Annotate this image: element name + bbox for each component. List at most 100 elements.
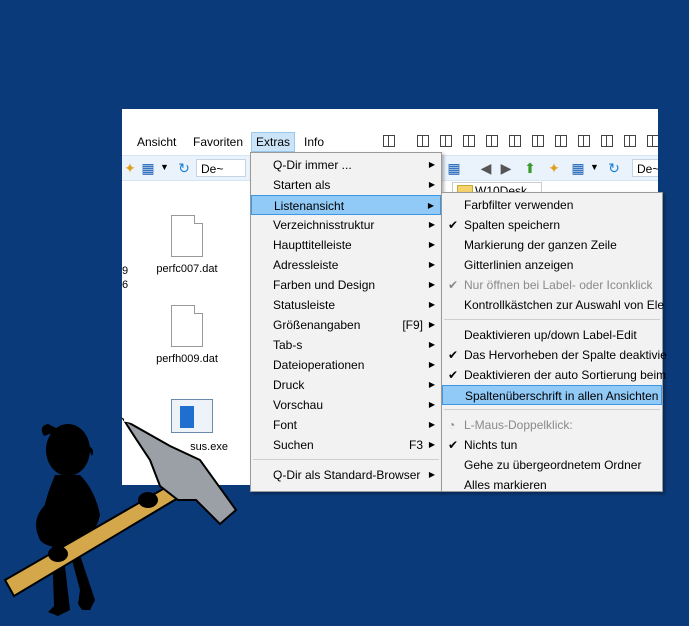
layout-10-icon[interactable] — [601, 135, 613, 147]
listenansicht-menu-item[interactable]: Gehe zu übergeordnetem Ordner — [442, 455, 662, 475]
listenansicht-menu-item[interactable]: Farbfilter verwenden — [442, 195, 662, 215]
submenu-arrow-icon: ▶ — [428, 400, 435, 409]
menu-separator — [444, 319, 660, 320]
view-icon[interactable]: ▦ — [446, 160, 462, 176]
extras-menu-item[interactable]: Q-Dir als Standard-Browser ▶ — [251, 465, 441, 485]
layout-6-icon[interactable] — [509, 135, 521, 147]
extras-menu-item[interactable]: Listenansicht ▶ — [251, 195, 441, 215]
menu-item-label: Druck — [273, 378, 305, 392]
layout-3-icon[interactable] — [440, 135, 452, 147]
forward-icon[interactable]: ▶ — [498, 160, 514, 176]
listenansicht-menu-item[interactable]: ✔ Das Hervorheben der Spalte deaktivie — [442, 345, 667, 365]
menu-item-label: Verzeichnisstruktur — [273, 218, 375, 232]
extras-menu-item[interactable]: Verzeichnisstruktur ▶ — [251, 215, 441, 235]
menu-item-label: Starten als — [273, 178, 331, 192]
extras-menu-item[interactable]: Größenangaben [F9] ▶ — [251, 315, 441, 335]
menu-item-label: Spalten speichern — [464, 218, 561, 232]
file-item[interactable]: perfc007.dat — [152, 215, 222, 275]
menu-item-label: Deaktivieren up/down Label-Edit — [464, 328, 637, 342]
menu-item-label: Listenansicht — [274, 199, 345, 213]
left-path-field[interactable]: De~ — [196, 159, 246, 177]
listenansicht-menu-item[interactable]: Markierung der ganzen Zeile — [442, 235, 662, 255]
menu-extras[interactable]: Extras — [251, 132, 296, 152]
listenansicht-menu-item[interactable]: ✔ Nichts tun — [442, 435, 662, 455]
listenansicht-menu-item[interactable]: Gitterlinien anzeigen — [442, 255, 662, 275]
listenansicht-menu-item[interactable]: ✔ Deaktivieren der auto Sortierung beim — [442, 365, 666, 385]
layout-1-icon[interactable] — [383, 135, 395, 147]
extras-menu-item[interactable]: Druck ▶ — [251, 375, 441, 395]
layout-12-icon[interactable] — [647, 135, 658, 147]
extras-menu-item[interactable]: Vorschau ▶ — [251, 395, 441, 415]
menu-item-label: L-Maus-Doppelklick: — [464, 418, 573, 432]
back-icon[interactable]: ◀ — [478, 160, 494, 176]
submenu-arrow-icon: ▶ — [428, 360, 435, 369]
menu-info[interactable]: Info — [300, 133, 328, 151]
submenu-arrow-icon: ▶ — [428, 440, 435, 449]
menu-item-label: Kontrollkästchen zur Auswahl von Ele — [464, 298, 665, 312]
submenu-arrow-icon: ▶ — [428, 280, 435, 289]
menu-item-label: Gehe zu übergeordnetem Ordner — [464, 458, 642, 472]
extras-menu-item[interactable]: Adressleiste ▶ — [251, 255, 441, 275]
refresh-icon[interactable]: ↻ — [606, 160, 622, 176]
favorites-icon[interactable]: ✦ — [546, 160, 562, 176]
extras-menu-item[interactable]: Suchen F3 ▶ — [251, 435, 441, 455]
menu-separator — [253, 459, 439, 460]
checkmark-icon: ✔ — [448, 348, 459, 362]
layout-11-icon[interactable] — [624, 135, 636, 147]
listenansicht-menu-item[interactable]: Kontrollkästchen zur Auswahl von Ele — [442, 295, 665, 315]
extras-menu-item[interactable]: Statusleiste ▶ — [251, 295, 441, 315]
hammer-man-illustration — [3, 417, 238, 616]
menu-item-label: Suchen — [273, 438, 314, 452]
view-dropdown-icon[interactable]: ▼ — [590, 162, 599, 172]
extras-menu-item[interactable]: Starten als ▶ — [251, 175, 441, 195]
menu-item-label: Alles markieren — [464, 478, 547, 492]
listenansicht-menu-item: ✔ Nur öffnen bei Label- oder Iconklick — [442, 275, 662, 295]
menu-item-label: Farbfilter verwenden — [464, 198, 574, 212]
checkmark-icon: ✔ — [448, 438, 459, 452]
submenu-arrow-icon: ▶ — [428, 300, 435, 309]
menu-item-label: Q-Dir immer ... — [273, 158, 352, 172]
listenansicht-menu-item[interactable]: Deaktivieren up/down Label-Edit — [442, 325, 662, 345]
file-item[interactable]: perfh009.dat — [152, 305, 222, 365]
submenu-arrow-icon: ▶ — [428, 180, 435, 189]
extras-menu-item[interactable]: Q-Dir immer ... ▶ — [251, 155, 441, 175]
document-icon — [171, 215, 203, 257]
listenansicht-menu-item[interactable]: Spaltenüberschrift in allen Ansichten — [442, 385, 662, 405]
layout-2-icon[interactable] — [417, 135, 429, 147]
menu-bar: Ansicht Favoriten Extras Info — [122, 131, 658, 152]
view-mode-icon[interactable]: ▦ — [570, 160, 586, 176]
favorites-icon[interactable]: ✦ — [122, 160, 138, 176]
up-folder-icon[interactable]: ⬆ — [522, 160, 538, 176]
menu-ansicht[interactable]: Ansicht — [133, 133, 180, 151]
layout-5-icon[interactable] — [486, 135, 498, 147]
right-toolbar: ▦ ◀ ▶ ⬆ ✦ ▦ ▼ ↻ De~ — [442, 155, 658, 181]
submenu-arrow-icon: ▶ — [428, 470, 435, 479]
menu-item-label: Vorschau — [273, 398, 324, 412]
submenu-arrow-icon: ▶ — [428, 160, 435, 169]
extras-menu-item[interactable]: Dateioperationen ▶ — [251, 355, 441, 375]
listenansicht-menu-item[interactable]: ✔ Spalten speichern — [442, 215, 662, 235]
listenansicht-menu-item[interactable]: Alles markieren — [442, 475, 662, 495]
menu-separator — [444, 409, 660, 410]
left-toolbar: ✦ ▦ ▼ ↻ De~ — [122, 155, 252, 181]
refresh-icon[interactable]: ↻ — [176, 160, 192, 176]
extras-menu: Q-Dir immer ... ▶ Starten als ▶ Listenansich… — [250, 152, 442, 492]
submenu-arrow-icon: ▶ — [428, 220, 435, 229]
extras-menu-item[interactable]: Farben und Design ▶ — [251, 275, 441, 295]
figure-icon — [36, 424, 100, 616]
layout-9-icon[interactable] — [578, 135, 590, 147]
view-dropdown-icon[interactable]: ▼ — [160, 162, 169, 172]
view-icon[interactable]: ▦ — [140, 160, 156, 176]
right-path-field[interactable]: De~ — [632, 159, 658, 177]
fragment-line: 9 — [122, 265, 129, 277]
extras-menu-item[interactable]: Font ▶ — [251, 415, 441, 435]
menu-item-label: Tab-s — [273, 338, 303, 352]
layout-8-icon[interactable] — [555, 135, 567, 147]
extras-menu-item[interactable]: Haupttitelleiste ▶ — [251, 235, 441, 255]
extras-menu-item[interactable]: Tab-s ▶ — [251, 335, 441, 355]
menu-favoriten[interactable]: Favoriten — [189, 133, 247, 151]
layout-7-icon[interactable] — [532, 135, 544, 147]
menu-item-label: Spaltenüberschrift in allen Ansichten — [465, 389, 659, 403]
checkmark-icon: ✔ — [448, 218, 459, 232]
layout-4-icon[interactable] — [463, 135, 475, 147]
